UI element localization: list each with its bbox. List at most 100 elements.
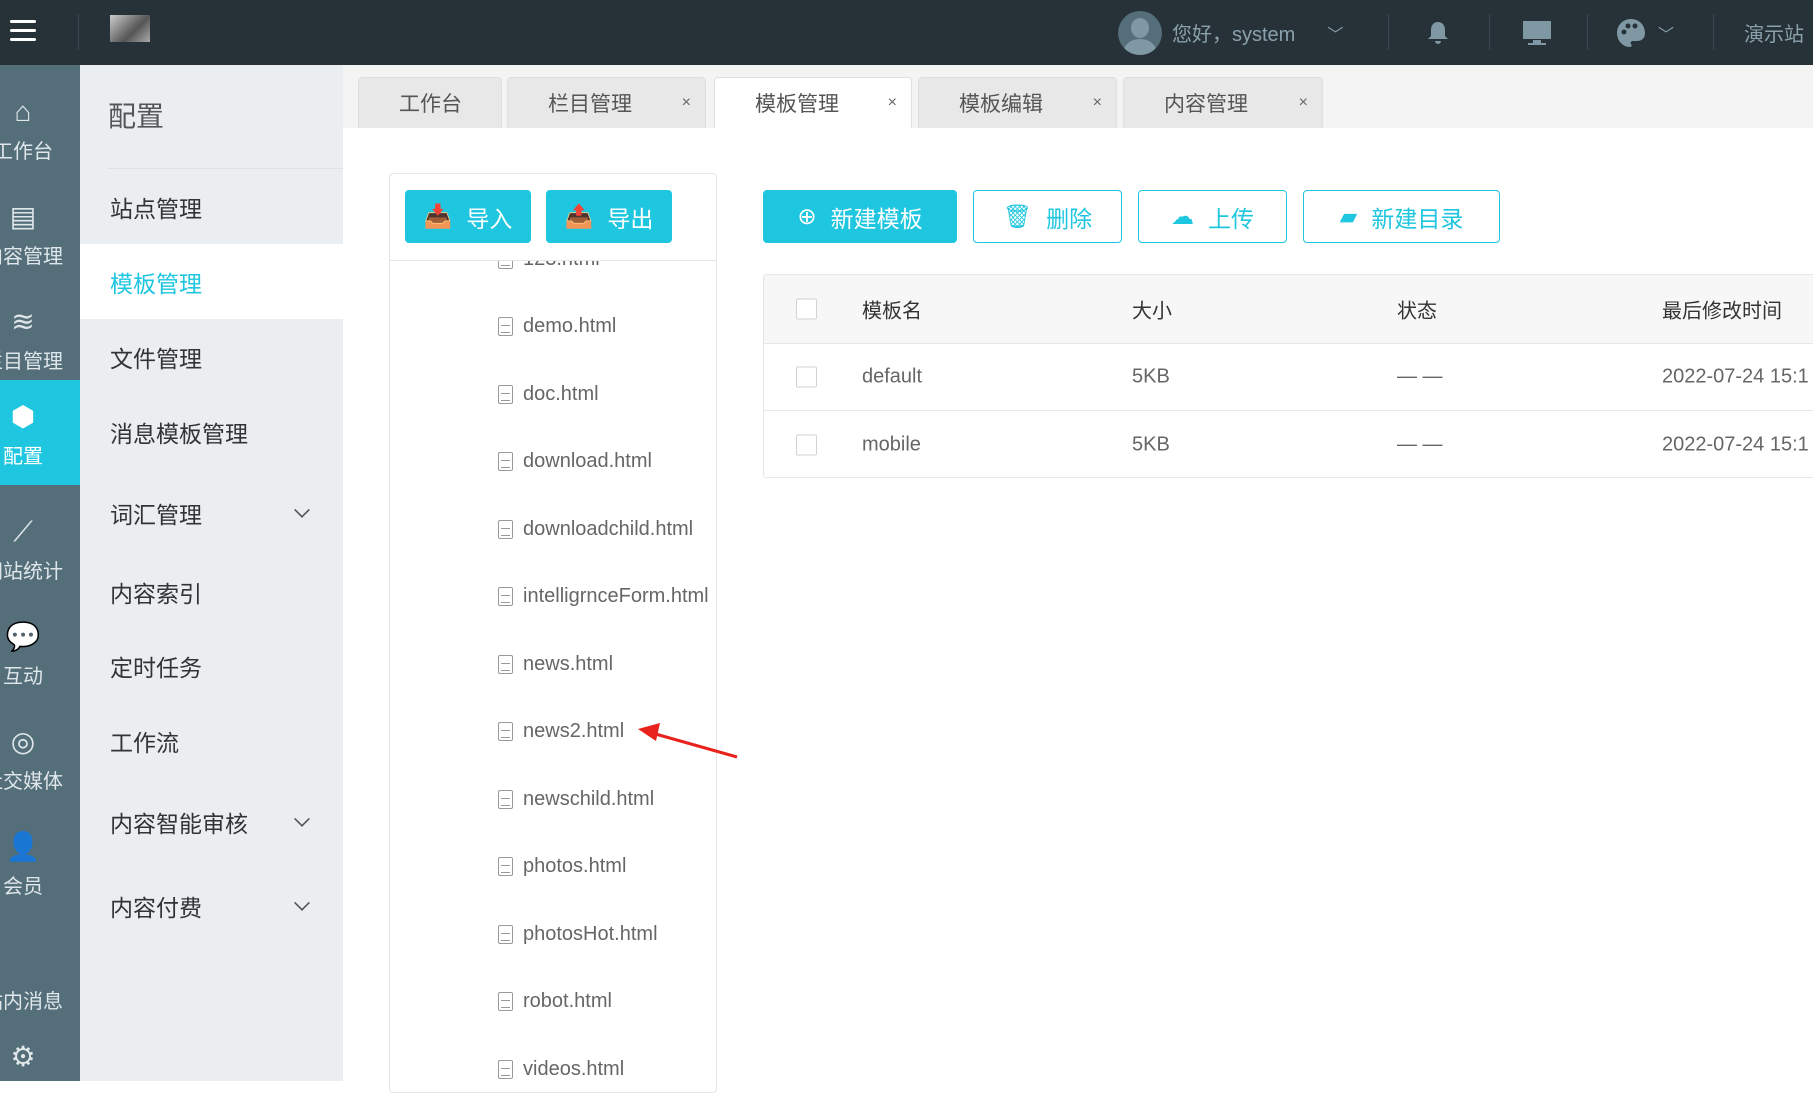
close-icon[interactable]: × xyxy=(1093,94,1102,112)
file-item[interactable]: robot.html xyxy=(498,987,612,1017)
table-header: 模板名 大小 状态 最后修改时间 xyxy=(764,275,1813,344)
icon-rail: ⌂工作台 ▤内容管理 ≋栏目管理 ⬢配置 ⟋网站统计 💬互动 ◎社交媒体 👤会员… xyxy=(0,65,80,1081)
rail-item-system[interactable]: ⚙系统 xyxy=(0,1020,80,1081)
user-menu[interactable]: 您好，system ﹀ xyxy=(1118,0,1343,65)
upload-button[interactable]: ☁ 上传 xyxy=(1138,190,1287,243)
submenu-item-workflow[interactable]: 工作流 xyxy=(80,703,343,778)
chevron-down-icon xyxy=(294,895,310,911)
file-item[interactable]: download.html xyxy=(498,447,652,477)
row-checkbox[interactable] xyxy=(796,434,817,455)
rail-item-columns[interactable]: ≋栏目管理 xyxy=(0,285,80,390)
template-table: 模板名 大小 状态 最后修改时间 default 5KB — —2022-07-24… xyxy=(763,274,1813,478)
submenu-item-paid-content[interactable]: 内容付费 xyxy=(80,868,343,943)
avatar xyxy=(1118,10,1162,55)
rail-item-member[interactable]: 👤 会员 xyxy=(0,810,80,915)
site-switcher[interactable]: 演示站 xyxy=(1744,0,1804,65)
new-template-button[interactable]: ⊕ 新建模板 xyxy=(763,190,957,243)
new-directory-button[interactable]: ▰ 新建目录 xyxy=(1303,190,1500,243)
submenu-item-templates[interactable]: 模板管理 xyxy=(80,244,343,319)
import-button[interactable]: 📥 导入 xyxy=(405,190,531,243)
submenu-item-content-audit[interactable]: 内容智能审核 xyxy=(80,784,343,859)
rail-item-config[interactable]: ⬢ 配置 xyxy=(0,380,80,485)
chevron-down-icon: ﹀ xyxy=(1327,26,1344,44)
file-icon xyxy=(498,722,513,741)
top-bar: 您好，system ﹀ ﹀ 演示站 xyxy=(0,0,1813,65)
greeting: 您好，system xyxy=(1172,24,1296,46)
rail-item-workbench[interactable]: ⌂ 工作台 xyxy=(0,75,80,180)
file-item[interactable]: news.html xyxy=(498,649,613,679)
tab-templates[interactable]: 模板管理 × xyxy=(714,77,912,128)
rail-item-content[interactable]: ▤内容管理 xyxy=(0,180,80,285)
file-tree-panel: 📥导入 📤导出 123.html demo.html doc.html downloa… xyxy=(389,173,717,1093)
palette-icon xyxy=(1617,18,1645,47)
rail-item-interaction[interactable]: 💬 互动 xyxy=(0,600,80,705)
submenu-item-sites[interactable]: 站点管理 xyxy=(80,169,343,244)
file-item[interactable]: photosHot.html xyxy=(498,919,658,949)
file-item[interactable]: 123.html xyxy=(498,261,600,274)
submenu-item-scheduled-tasks[interactable]: 定时任务 xyxy=(80,628,343,703)
file-icon xyxy=(498,261,513,269)
logo[interactable] xyxy=(110,15,150,42)
file-item[interactable]: videos.html xyxy=(498,1054,624,1084)
tab-content[interactable]: 内容管理 × xyxy=(1123,77,1323,128)
edit-icon: ▤ xyxy=(9,201,37,232)
table-row[interactable]: default 5KB — —2022-07-24 15:1 xyxy=(764,344,1813,411)
submenu-item-files[interactable]: 文件管理 xyxy=(80,319,343,394)
file-item[interactable]: downloadchild.html xyxy=(498,514,693,544)
theme-menu[interactable]: ﹀ xyxy=(1616,0,1674,65)
folder-icon: ▰ xyxy=(1339,203,1358,229)
config-submenu: 配置 站点管理 模板管理 文件管理 消息模板管理 词汇管理 内容索引 定时任务 … xyxy=(80,65,343,1081)
bell-icon[interactable] xyxy=(1426,0,1450,65)
file-item[interactable]: newschild.html xyxy=(498,784,654,814)
delete-button[interactable]: 🗑 删除 xyxy=(973,190,1122,243)
file-list[interactable]: 123.html demo.html doc.html download.html do… xyxy=(390,261,716,1092)
member-icon: 👤 xyxy=(5,831,41,862)
table-row[interactable]: mobile 5KB — —2022-07-24 15:1 xyxy=(764,411,1813,477)
tab-workbench[interactable]: 工作台 xyxy=(358,77,502,128)
monitor-icon[interactable] xyxy=(1522,0,1552,65)
tab-columns[interactable]: 栏目管理 × xyxy=(507,77,706,128)
folder-upload-icon: 📤 xyxy=(564,203,594,229)
file-item[interactable]: intelligrnceForm.html xyxy=(498,582,709,612)
submenu-title: 配置 xyxy=(108,101,165,132)
menu-toggle-icon[interactable] xyxy=(10,20,36,42)
home-icon: ⌂ xyxy=(14,96,32,127)
row-checkbox[interactable] xyxy=(796,366,817,388)
file-icon xyxy=(498,654,513,674)
file-item[interactable]: news2.html xyxy=(498,717,624,747)
submenu-item-content-index[interactable]: 内容索引 xyxy=(80,554,343,629)
submenu-item-message-templates[interactable]: 消息模板管理 xyxy=(80,394,343,469)
file-icon xyxy=(498,789,513,809)
cube-icon: ⬢ xyxy=(10,401,36,432)
folder-download-icon: 📥 xyxy=(423,203,453,229)
rail-item-messages[interactable]: 站内消息 xyxy=(0,925,80,1030)
file-item[interactable]: photos.html xyxy=(498,852,626,882)
file-item[interactable]: demo.html xyxy=(498,312,616,342)
tab-template-edit[interactable]: 模板编辑 × xyxy=(918,77,1117,128)
submenu-item-vocabulary[interactable]: 词汇管理 xyxy=(80,475,343,550)
chevron-down-icon xyxy=(294,502,310,518)
chevron-down-icon xyxy=(294,811,310,827)
annotation-arrow-icon xyxy=(638,723,738,759)
chart-icon: ⟋ xyxy=(13,516,33,547)
file-icon xyxy=(498,452,513,471)
rail-item-social[interactable]: ◎社交媒体 xyxy=(0,705,80,810)
gear-icon: ⚙ xyxy=(10,1041,36,1072)
file-icon xyxy=(498,587,513,606)
chat-icon: 💬 xyxy=(5,621,41,652)
close-icon[interactable]: × xyxy=(1299,94,1308,112)
file-icon xyxy=(498,992,513,1011)
layers-icon: ≋ xyxy=(11,306,35,337)
close-icon[interactable]: × xyxy=(682,94,691,112)
file-item[interactable]: doc.html xyxy=(498,379,599,409)
close-icon[interactable]: × xyxy=(888,94,897,112)
tab-bar: 工作台 栏目管理 × 模板管理 × 模板编辑 × 内容管理 × xyxy=(343,65,1813,128)
rail-item-stats[interactable]: ⟋网站统计 xyxy=(0,495,80,600)
file-add-icon: ⊕ xyxy=(797,203,817,229)
file-icon xyxy=(498,384,513,404)
file-icon xyxy=(498,317,513,336)
select-all-checkbox[interactable] xyxy=(796,298,817,320)
export-button[interactable]: 📤 导出 xyxy=(546,190,672,243)
trash-icon: 🗑 xyxy=(1002,203,1033,229)
file-icon xyxy=(498,1059,513,1079)
